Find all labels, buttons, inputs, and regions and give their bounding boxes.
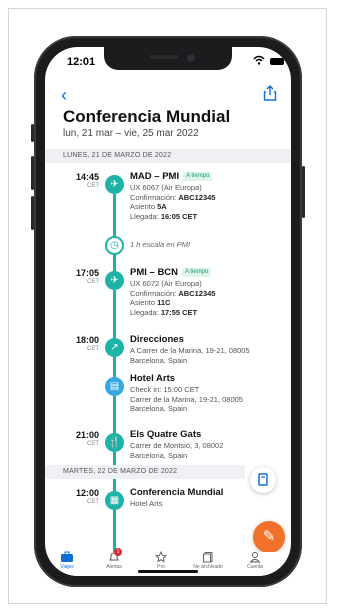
arrival-time: 17:55 CET — [160, 307, 198, 317]
flight-route: PMI – BCN — [130, 267, 179, 278]
seat: 11C — [157, 298, 171, 307]
event-timezone: CET — [87, 441, 99, 447]
event-timezone: CET — [87, 183, 99, 189]
star-icon — [154, 550, 168, 563]
trip-dates: lun, 21 mar – vie, 25 mar 2022 — [63, 128, 199, 139]
flight-route: MAD – PMI — [130, 171, 180, 182]
arrival-time: 16:05 CET — [160, 211, 198, 221]
app-screen: 12:01 ‹ Conferencia Mundial lun, 21 mar … — [45, 47, 291, 576]
flight-number: UX 6072 (Air Europa) — [130, 279, 202, 288]
day-header: MARTES, 22 DE MARZO DE 2022 — [45, 465, 245, 479]
confirmation-code: ABC12345 — [178, 288, 216, 298]
seat: 5A — [157, 202, 167, 211]
flight-card[interactable]: PMI – BCN A tiempo UX 6072 (Air Europa) C… — [130, 267, 280, 317]
person-icon — [249, 552, 261, 563]
battery-icon — [270, 58, 284, 65]
home-indicator[interactable] — [138, 570, 198, 573]
share-icon[interactable] — [263, 85, 277, 101]
alert-count-badge: 1 — [114, 548, 122, 556]
day-header: LUNES, 21 DE MARZO DE 2022 — [45, 149, 291, 163]
phone-device: 12:01 ‹ Conferencia Mundial lun, 21 mar … — [31, 36, 305, 587]
tab-pro[interactable]: Pro — [141, 550, 181, 570]
bed-icon: ▤ — [105, 377, 124, 396]
status-badge: A tiempo — [183, 171, 213, 181]
wifi-icon — [253, 55, 265, 68]
tab-cuenta[interactable]: Cuenta — [235, 550, 275, 570]
archive-icon — [203, 552, 213, 563]
event-timezone: CET — [87, 499, 99, 505]
layover-text: 1 h escala en PMI — [130, 240, 191, 249]
flight-card[interactable]: MAD – PMI A tiempo UX 6067 (Air Europa) C… — [130, 171, 280, 221]
confirmation-code: ABC12345 — [178, 192, 216, 202]
clock-icon: ◷ — [105, 236, 124, 255]
status-badge: A tiempo — [182, 267, 212, 277]
hotel-card[interactable]: Hotel Arts Check in: 15:00 CET Carrer de… — [130, 373, 280, 414]
edit-button[interactable]: ✎ — [253, 521, 285, 553]
event-timezone: CET — [87, 346, 99, 352]
directions-card[interactable]: Direcciones A Carrer de la Marina, 19-21… — [130, 334, 280, 365]
back-chevron-icon[interactable]: ‹ — [61, 85, 67, 106]
suitcase-icon — [61, 551, 73, 562]
plane-icon: ✈ — [105, 271, 124, 290]
tab-viajes[interactable]: Viajes — [47, 550, 87, 570]
event-time: 18:00 — [75, 335, 99, 345]
flight-number: UX 6067 (Air Europa) — [130, 183, 202, 192]
restaurant-card[interactable]: Els Quatre Gats Carrer de Montsió, 3, 08… — [130, 429, 280, 460]
plane-icon: ✈ — [105, 175, 124, 194]
event-timezone: CET — [87, 279, 99, 285]
event-time: 21:00 — [75, 430, 99, 440]
pencil-icon: ✎ — [262, 528, 276, 545]
page-title: Conferencia Mundial — [63, 107, 231, 126]
tab-archivado[interactable]: Ne archivado — [188, 550, 228, 570]
restaurant-icon: 🍴 — [105, 433, 124, 452]
event-time: 17:05 — [75, 268, 99, 278]
status-time: 12:01 — [67, 56, 96, 68]
event-time: 14:45 — [75, 172, 99, 182]
notch — [104, 47, 232, 70]
meeting-card[interactable]: Conferencia Mundial Hotel Arts — [130, 487, 280, 509]
directions-icon: ↗ — [105, 338, 124, 357]
event-time: 12:00 — [75, 488, 99, 498]
calendar-icon: ▦ — [105, 491, 124, 510]
tab-alertas[interactable]: 1 Alertas — [94, 548, 134, 570]
